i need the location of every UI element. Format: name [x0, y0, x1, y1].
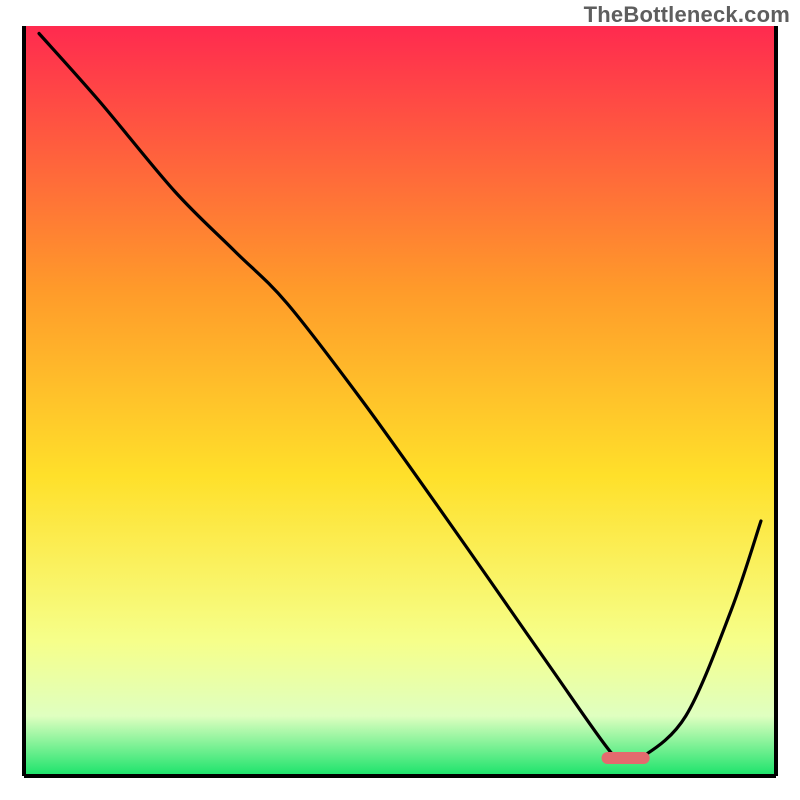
- watermark-text: TheBottleneck.com: [584, 2, 790, 28]
- bottleneck-chart: [0, 0, 800, 800]
- plot-background: [24, 26, 776, 776]
- optimum-marker: [602, 752, 650, 764]
- chart-stage: TheBottleneck.com: [0, 0, 800, 800]
